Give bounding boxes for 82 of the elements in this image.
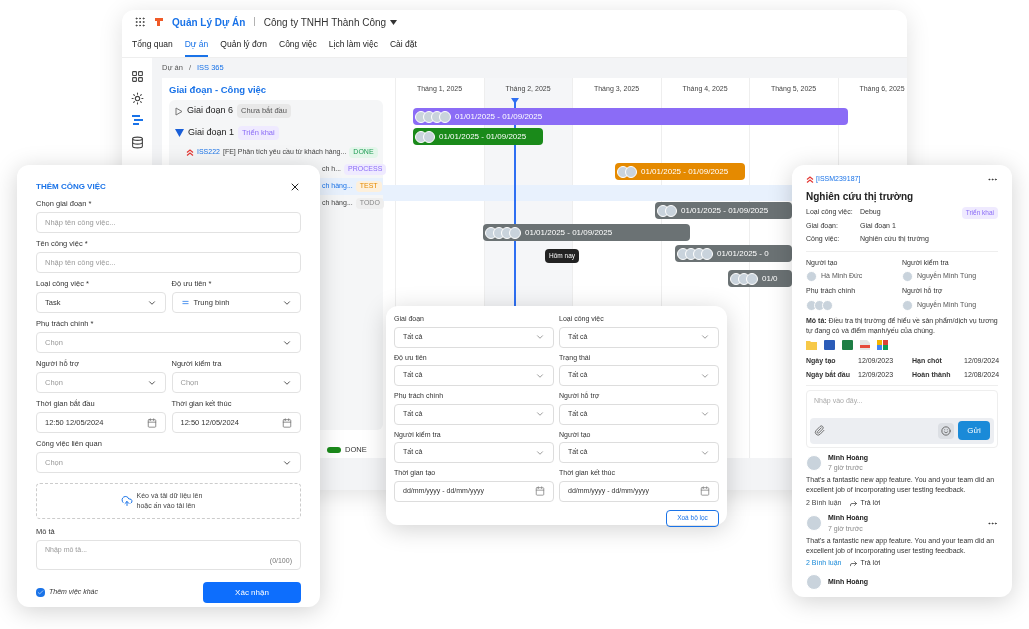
avatar	[423, 130, 435, 143]
list-title: Giai đoạn - Công việc	[169, 84, 268, 96]
avatar	[902, 299, 913, 311]
avatar	[806, 454, 822, 471]
nav-tab[interactable]: Lịch làm việc	[328, 38, 378, 57]
confirm-button[interactable]: Xác nhận	[203, 582, 301, 603]
reply-icon	[849, 498, 859, 508]
avatar	[701, 247, 713, 260]
collapse-triangle-icon[interactable]	[175, 106, 183, 116]
nav-tab[interactable]: Quản lý đơn	[220, 38, 267, 57]
avatar	[806, 573, 822, 590]
dialog-title: THÊM CÔNG VIỆC	[36, 181, 106, 193]
close-icon[interactable]	[289, 181, 301, 193]
bar-dates: 01/01/2025 - 01/09/2025	[525, 226, 613, 239]
dashboard-icon[interactable]	[130, 70, 144, 83]
emoji-button[interactable]	[938, 422, 954, 439]
calendar-icon	[282, 417, 292, 428]
send-button[interactable]: Gửi	[958, 421, 990, 441]
paperclip-icon[interactable]	[814, 425, 825, 437]
timeline-bar[interactable]: 01/01/2025 - 0	[675, 245, 792, 262]
bar-dates: 01/0	[762, 272, 778, 285]
avatar	[617, 165, 629, 178]
image-file-icon	[877, 339, 888, 350]
avatar	[677, 247, 689, 260]
nav-tab[interactable]: Tổng quan	[132, 38, 173, 57]
avatar	[902, 271, 913, 282]
timeline-bar[interactable]: 01/01/2025 - 01/09/2025	[413, 108, 848, 125]
nav-tab[interactable]: Công việc	[279, 38, 317, 57]
avatar	[806, 515, 822, 532]
avatar	[415, 130, 427, 143]
calendar-icon	[146, 417, 157, 428]
calendar-icon	[535, 486, 545, 496]
avatar	[730, 272, 742, 285]
timeline-bar[interactable]: 01/01/2025 - 01/09/2025	[483, 224, 690, 241]
avatar	[439, 110, 451, 123]
chevron-down-icon	[700, 409, 710, 419]
app-name: Quản Lý Dự Án	[172, 15, 246, 30]
priority-icon	[180, 298, 190, 307]
expand-triangle-icon[interactable]	[175, 129, 184, 137]
word-file-icon	[824, 339, 835, 350]
checkbox[interactable]	[36, 588, 45, 597]
task-title: Nghiên cứu thị trường	[806, 190, 915, 204]
caret-icon	[390, 19, 398, 25]
chevron-down-icon	[535, 409, 545, 419]
folder-icon	[806, 339, 817, 350]
excel-file-icon	[842, 339, 853, 350]
bar-dates: 01/01/2025 - 01/09/2025	[439, 130, 527, 143]
avatar	[746, 272, 758, 285]
bar-dates: 01/01/2025 - 01/09/2025	[681, 204, 769, 217]
avatar	[665, 204, 677, 217]
phase-name[interactable]: Giai đoạn 6	[187, 104, 234, 118]
nav-tab[interactable]: Cài đặt	[389, 38, 417, 57]
pdf-file-icon	[860, 339, 870, 350]
timeline-bar[interactable]: 01/0	[728, 270, 792, 287]
priority-icon	[186, 149, 194, 156]
avatar	[822, 299, 833, 311]
sun-icon[interactable]	[130, 92, 144, 105]
chevron-down-icon	[535, 332, 545, 342]
avatar	[657, 204, 669, 217]
bar-dates: 01/01/2025 - 01/09/2025	[455, 110, 543, 123]
bar-dates: 01/01/2025 - 01/09/2025	[641, 165, 729, 178]
bar-dates: 01/01/2025 - 0	[717, 247, 769, 260]
priority-icon	[806, 176, 814, 183]
avatar	[806, 271, 817, 282]
avatar	[625, 165, 637, 178]
avatar	[485, 226, 497, 239]
timeline-bar[interactable]: 01/01/2025 - 01/09/2025	[413, 128, 543, 145]
logo-icon	[154, 17, 164, 27]
timeline-bar[interactable]: 01/01/2025 - 01/09/2025	[655, 202, 792, 219]
gantt-icon[interactable]	[130, 114, 144, 127]
chevron-down-icon	[700, 332, 710, 342]
reply-icon	[849, 559, 859, 569]
avatar	[509, 226, 521, 239]
today-marker-icon	[511, 98, 519, 104]
calendar-icon	[700, 486, 710, 496]
avatar	[415, 110, 427, 123]
company-selector[interactable]: Công ty TNHH Thành Công	[263, 14, 398, 30]
apps-grid-icon[interactable]	[134, 16, 146, 28]
database-icon[interactable]	[130, 136, 144, 149]
phase-name[interactable]: Giai đoạn 1	[188, 126, 235, 140]
upload-icon	[120, 495, 133, 507]
separator: |	[253, 15, 256, 29]
